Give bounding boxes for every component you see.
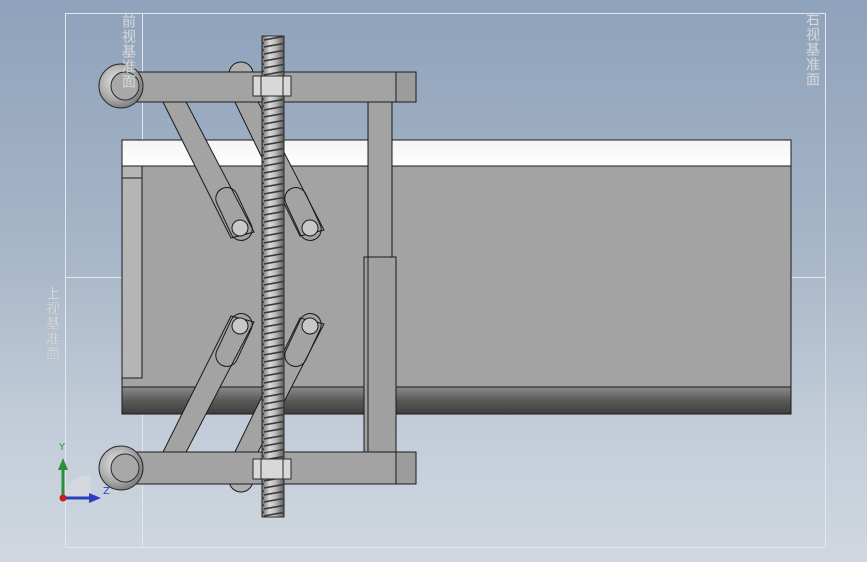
lead-screw[interactable]: [261, 35, 285, 518]
y-axis-label: Y: [59, 442, 66, 453]
right-plane-label: 右视基准面: [804, 12, 821, 88]
coordinate-triad[interactable]: [58, 458, 101, 503]
vertical-strut[interactable]: [363, 99, 397, 457]
y-axis-arrowhead: [58, 458, 68, 470]
graphics-viewport[interactable]: 前视基准面 右视基准面 上视基准面 Y Z: [0, 0, 867, 562]
upper-nut[interactable]: [252, 75, 292, 97]
triad-arc: [63, 474, 91, 500]
top-plane-label: 上视基准面: [44, 286, 61, 362]
x-axis-origin: [59, 494, 67, 502]
z-axis-label: Z: [103, 486, 110, 497]
front-plane-label: 前视基准面: [120, 14, 137, 90]
bottom-roller[interactable]: [98, 445, 144, 491]
lower-nut[interactable]: [252, 458, 292, 480]
z-axis-arrowhead: [89, 493, 101, 503]
